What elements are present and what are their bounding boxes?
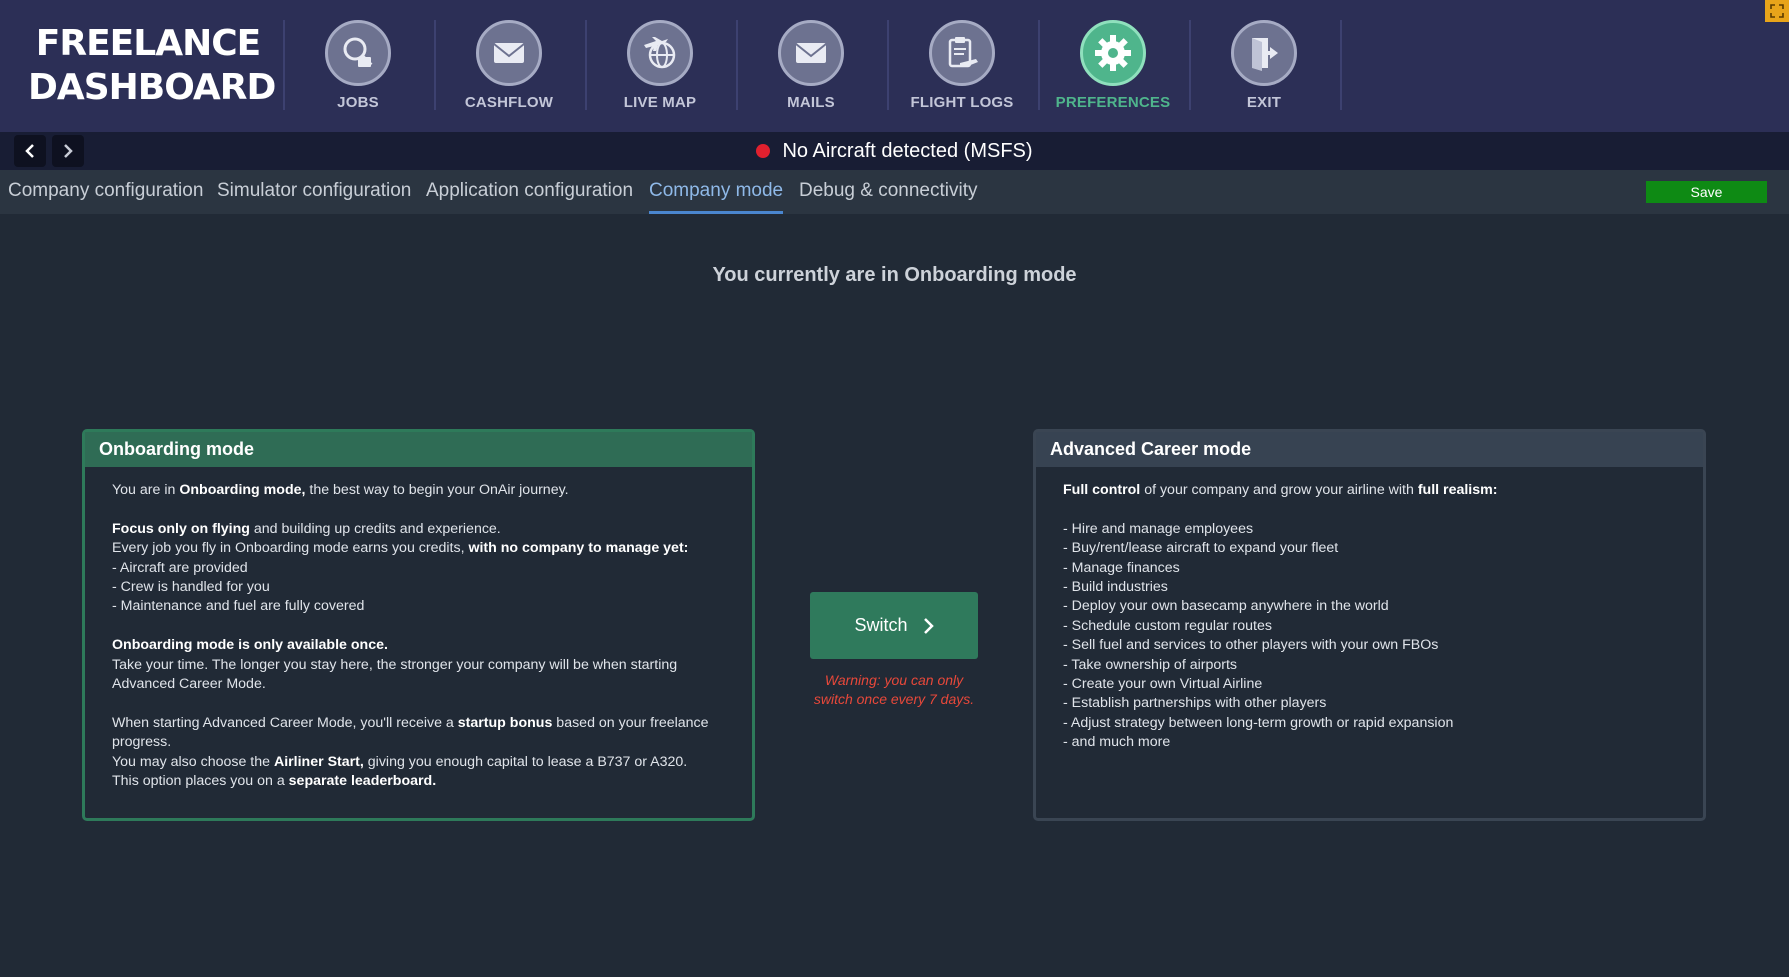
tab-simulator-configuration[interactable]: Simulator configuration xyxy=(217,170,411,214)
advanced-intro: Full control of your company and grow yo… xyxy=(1063,482,1498,498)
nav-live-map[interactable]: LIVE MAP xyxy=(585,0,735,132)
advanced-feature: - Sell fuel and services to other player… xyxy=(1063,637,1439,654)
nav-flight-logs[interactable]: FLIGHT LOGS xyxy=(887,0,1037,132)
nav-live-map-label: LIVE MAP xyxy=(623,94,697,111)
fullscreen-icon[interactable] xyxy=(1765,0,1789,22)
advanced-feature: - Establish partnerships with other play… xyxy=(1063,695,1327,712)
nav-preferences[interactable]: PREFERENCES xyxy=(1038,0,1188,132)
logo-line-2: DASHBOARD xyxy=(28,67,276,108)
nav-exit[interactable]: EXIT xyxy=(1189,0,1339,132)
onboarding-airliner-start: You may also choose the Airliner Start, … xyxy=(112,753,688,770)
gear-icon xyxy=(1080,20,1146,86)
jobs-search-icon xyxy=(325,20,391,86)
nav-jobs-label: JOBS xyxy=(337,94,379,111)
onboarding-mode-panel: Onboarding mode You are in Onboarding mo… xyxy=(82,429,755,821)
nav-mails-label: MAILS xyxy=(787,94,835,111)
envelope-icon xyxy=(476,20,542,86)
onboarding-take-time: Take your time. The longer you stay here… xyxy=(112,656,678,693)
advanced-feature: - Deploy your own basecamp anywhere in t… xyxy=(1063,598,1389,615)
onboarding-focus-line: Focus only on flying and building up cre… xyxy=(112,520,501,537)
advanced-panel-title: Advanced Career mode xyxy=(1036,432,1703,467)
advanced-feature: - Schedule custom regular routes xyxy=(1063,617,1272,634)
logo-line-1: FREELANCE xyxy=(35,23,261,64)
switch-mode-button[interactable]: Switch xyxy=(810,592,978,659)
nav-jobs[interactable]: JOBS xyxy=(283,0,433,132)
onboarding-panel-title: Onboarding mode xyxy=(85,432,752,467)
nav-divider xyxy=(1340,20,1342,110)
tab-company-mode[interactable]: Company mode xyxy=(649,170,784,214)
onboarding-credits-line: Every job you fly in Onboarding mode ear… xyxy=(112,540,689,557)
chevron-left-icon xyxy=(25,144,34,158)
status-indicator-icon xyxy=(756,144,771,158)
switch-warning: Warning: you can only switch once every … xyxy=(813,672,975,707)
advanced-feature: - Hire and manage employees xyxy=(1063,520,1254,537)
tab-company-configuration[interactable]: Company configuration xyxy=(8,170,203,214)
tab-debug-connectivity[interactable]: Debug & connectivity xyxy=(799,170,978,214)
onboarding-intro: You are in Onboarding mode, the best way… xyxy=(112,482,569,498)
aircraft-status-text: No Aircraft detected (MSFS) xyxy=(782,139,1033,162)
save-button[interactable]: Save xyxy=(1646,181,1767,203)
advanced-career-panel: Advanced Career mode Full control of you… xyxy=(1033,429,1706,821)
envelope-icon xyxy=(778,20,844,86)
app-logo: FREELANCE DASHBOARD xyxy=(28,22,276,110)
nav-preferences-label: PREFERENCES xyxy=(1055,94,1171,111)
nav-cashflow[interactable]: CASHFLOW xyxy=(434,0,584,132)
onboarding-startup-bonus: When starting Advanced Career Mode, you'… xyxy=(112,714,709,751)
advanced-feature: - Adjust strategy between long-term grow… xyxy=(1063,714,1454,731)
advanced-feature: - Create your own Virtual Airline xyxy=(1063,676,1263,693)
back-button[interactable] xyxy=(14,135,46,167)
nav-exit-label: EXIT xyxy=(1246,94,1282,111)
advanced-feature: - Build industries xyxy=(1063,579,1168,596)
forward-button[interactable] xyxy=(52,135,84,167)
advanced-panel-body: Full control of your company and grow yo… xyxy=(1036,467,1703,767)
advanced-feature: - Take ownership of airports xyxy=(1063,656,1238,673)
current-mode-heading: You currently are in Onboarding mode xyxy=(712,264,1077,286)
nav-cashflow-label: CASHFLOW xyxy=(464,94,554,111)
nav-mails[interactable]: MAILS xyxy=(736,0,886,132)
exit-door-icon xyxy=(1231,20,1297,86)
onboarding-panel-body: You are in Onboarding mode, the best way… xyxy=(85,467,752,805)
nav-flight-logs-label: FLIGHT LOGS xyxy=(910,94,1014,111)
chevron-right-icon xyxy=(64,144,73,158)
switch-button-label: Switch xyxy=(854,615,908,635)
onboarding-benefit: - Crew is handled for you xyxy=(112,579,270,596)
onboarding-benefit: - Aircraft are provided xyxy=(112,559,248,576)
globe-plane-icon xyxy=(627,20,693,86)
onboarding-leaderboard-note: This option places you on a separate lea… xyxy=(112,773,437,790)
advanced-feature: - and much more xyxy=(1063,734,1171,751)
advanced-feature: - Manage finances xyxy=(1063,559,1180,576)
aircraft-status: No Aircraft detected (MSFS) xyxy=(0,132,1789,170)
onboarding-once-note: Onboarding mode is only available once. xyxy=(112,637,388,654)
onboarding-benefit: - Maintenance and fuel are fully covered xyxy=(112,598,365,615)
chevron-right-icon xyxy=(923,617,934,634)
tab-application-configuration[interactable]: Application configuration xyxy=(426,170,633,214)
advanced-feature: - Buy/rent/lease aircraft to expand your… xyxy=(1063,540,1339,557)
clipboard-plane-icon xyxy=(929,20,995,86)
